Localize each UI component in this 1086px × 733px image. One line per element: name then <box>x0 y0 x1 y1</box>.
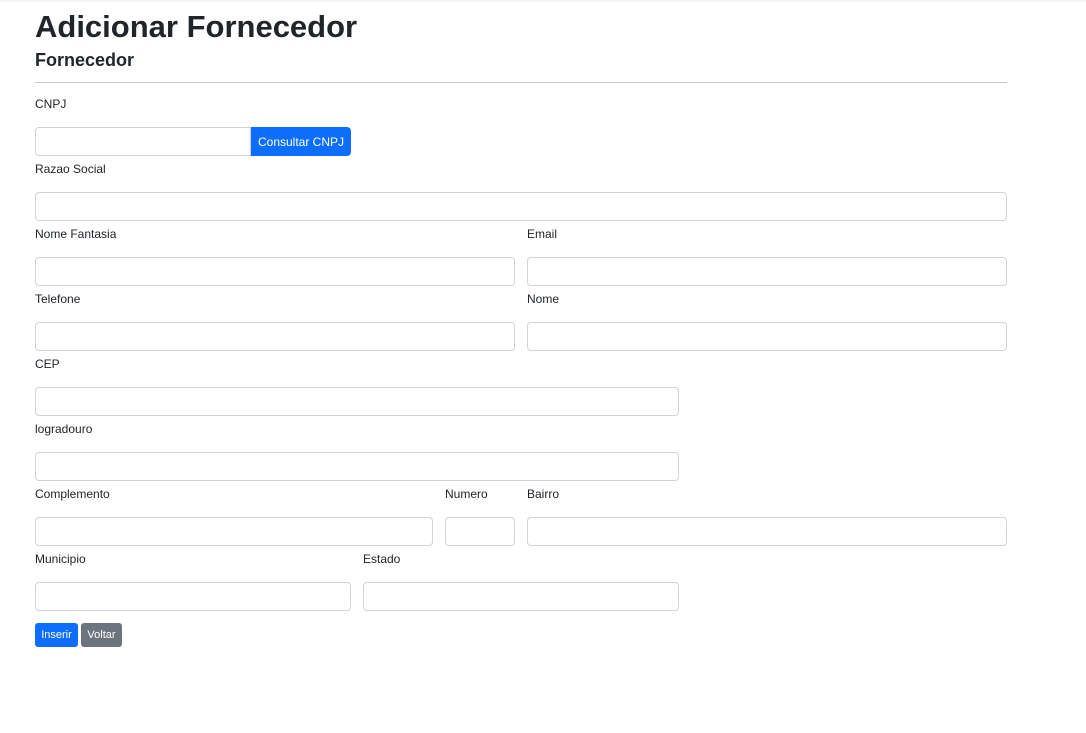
numero-input[interactable] <box>445 517 515 546</box>
cnpj-field-group: CNPJ Consultar CNPJ <box>35 97 351 156</box>
razao-social-label: Razao Social <box>35 162 106 176</box>
inserir-button[interactable]: Inserir <box>35 623 78 647</box>
bairro-label: Bairro <box>527 487 560 501</box>
numero-field-group: Numero <box>445 487 515 546</box>
telefone-field-group: Telefone <box>35 292 515 351</box>
complemento-field-group: Complemento <box>35 487 433 546</box>
telefone-label: Telefone <box>35 292 81 306</box>
nome-input[interactable] <box>527 322 1007 351</box>
cep-label: CEP <box>35 357 60 371</box>
estado-label: Estado <box>363 552 401 566</box>
razao-social-input[interactable] <box>35 192 1007 221</box>
email-input[interactable] <box>527 257 1007 286</box>
section-title: Fornecedor <box>35 50 135 70</box>
cnpj-input[interactable] <box>35 127 251 156</box>
consultar-cnpj-button[interactable]: Consultar CNPJ <box>251 127 351 156</box>
complemento-input[interactable] <box>35 517 433 546</box>
section-divider <box>35 82 1007 83</box>
estado-input[interactable] <box>363 582 679 611</box>
cep-input[interactable] <box>35 387 679 416</box>
page-title: Adicionar Fornecedor <box>35 9 358 44</box>
telefone-input[interactable] <box>35 322 515 351</box>
email-field-group: Email <box>527 227 1007 286</box>
municipio-input[interactable] <box>35 582 351 611</box>
nome-fantasia-label: Nome Fantasia <box>35 227 117 241</box>
nome-field-group: Nome <box>527 292 1007 351</box>
logradouro-field-group: logradouro <box>35 422 679 481</box>
nome-label: Nome <box>527 292 560 306</box>
voltar-button[interactable]: Voltar <box>81 623 122 647</box>
logradouro-label: logradouro <box>35 422 93 436</box>
bairro-input[interactable] <box>527 517 1007 546</box>
nome-fantasia-field-group: Nome Fantasia <box>35 227 515 286</box>
page-container: Adicionar Fornecedor Fornecedor CNPJ Con… <box>35 0 1007 733</box>
logradouro-input[interactable] <box>35 452 679 481</box>
cnpj-label: CNPJ <box>35 97 67 111</box>
cep-field-group: CEP <box>35 357 679 416</box>
email-label: Email <box>527 227 558 241</box>
bairro-field-group: Bairro <box>527 487 1007 546</box>
razao-social-field-group: Razao Social <box>35 162 1007 221</box>
municipio-field-group: Municipio <box>35 552 351 611</box>
cnpj-input-group: Consultar CNPJ <box>35 127 351 156</box>
numero-label: Numero <box>445 487 488 501</box>
nome-fantasia-input[interactable] <box>35 257 515 286</box>
complemento-label: Complemento <box>35 487 110 501</box>
municipio-label: Municipio <box>35 552 86 566</box>
estado-field-group: Estado <box>363 552 679 611</box>
